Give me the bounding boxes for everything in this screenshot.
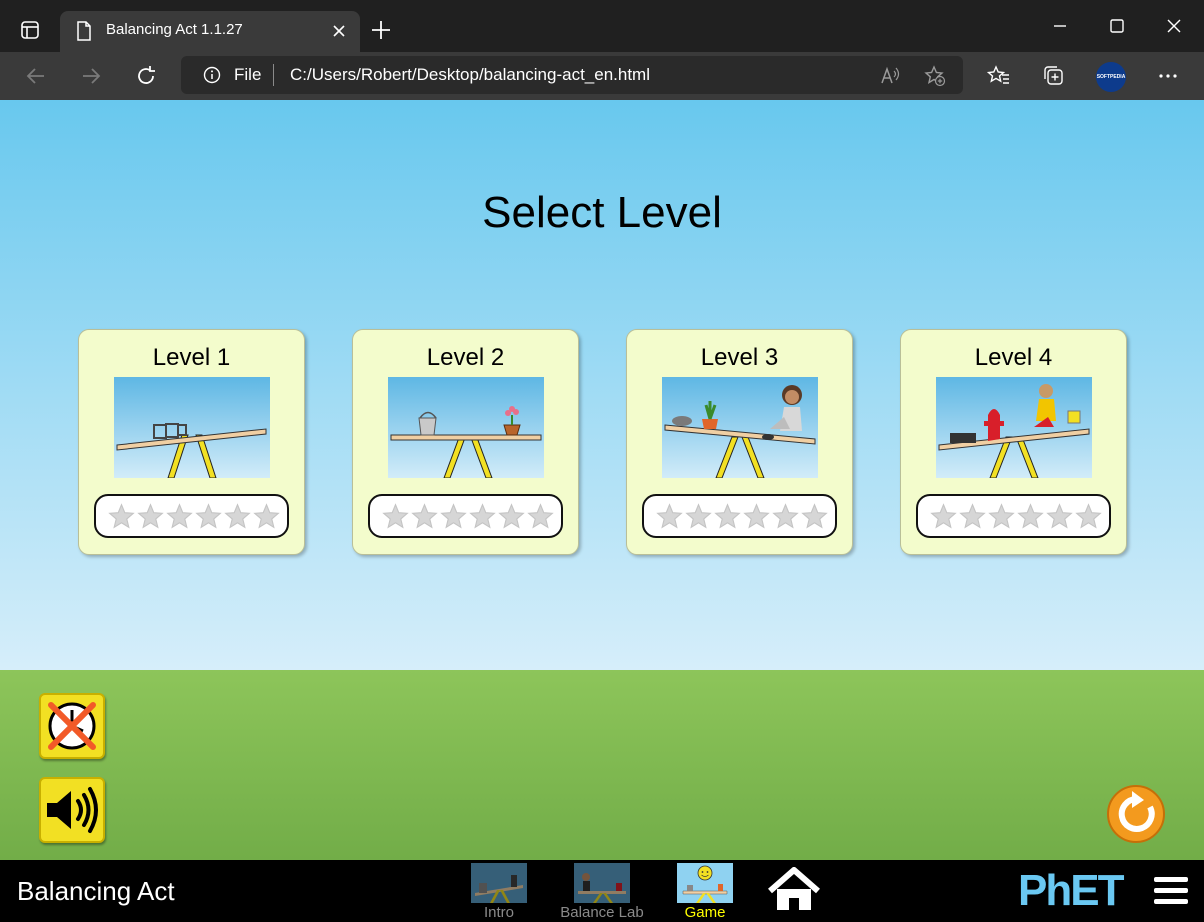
level-3-thumbnail — [662, 377, 818, 478]
url-text[interactable]: C:/Users/Robert/Desktop/balancing-act_en… — [290, 65, 650, 85]
navigation-bar: Balancing Act Intro Balance Lab Game PhE… — [0, 860, 1204, 922]
speaker-icon — [47, 787, 98, 833]
more-options-icon[interactable] — [1156, 64, 1180, 88]
browser-toolbar: File C:/Users/Robert/Desktop/balancing-a… — [0, 52, 1204, 100]
level-4-card[interactable]: Level 4 — [900, 329, 1127, 555]
screen-label: Intro — [483, 904, 514, 921]
star-rating — [368, 494, 563, 538]
screen-button-game[interactable]: Game — [675, 863, 735, 921]
read-aloud-icon[interactable] — [879, 65, 901, 87]
screen-label: Game — [684, 904, 726, 921]
star-icon — [166, 503, 193, 529]
star-icon — [656, 503, 683, 529]
refresh-icon[interactable] — [134, 64, 158, 88]
level-label: Level 2 — [426, 344, 505, 371]
close-window-icon[interactable] — [1154, 12, 1194, 40]
title-bar: Balancing Act 1.1.27 — [0, 0, 1204, 52]
star-icon — [1017, 503, 1044, 529]
page-title: Select Level — [482, 188, 722, 237]
star-icon — [959, 503, 986, 529]
level-1-thumbnail — [114, 377, 270, 478]
simulation-area: Select Level Level 1 Level 2 Level 3 Lev… — [0, 100, 1204, 922]
star-icon — [772, 503, 799, 529]
menu-icon[interactable] — [1152, 874, 1190, 908]
balance-lab-screen-icon — [574, 863, 630, 903]
level-4-thumbnail — [936, 377, 1092, 478]
level-3-card[interactable]: Level 3 — [626, 329, 853, 555]
star-icon — [714, 503, 741, 529]
profile-avatar[interactable]: SOFTPEDIA — [1096, 62, 1126, 92]
level-label: Level 1 — [152, 344, 231, 371]
star-icon — [527, 503, 554, 529]
star-icon — [930, 503, 957, 529]
address-bar[interactable]: File C:/Users/Robert/Desktop/balancing-a… — [181, 56, 963, 94]
info-icon[interactable] — [203, 66, 221, 84]
star-icon — [137, 503, 164, 529]
star-icon — [108, 503, 135, 529]
star-icon — [382, 503, 409, 529]
star-icon — [469, 503, 496, 529]
forward-icon[interactable] — [79, 64, 103, 88]
sound-toggle-button[interactable] — [39, 777, 105, 843]
favorites-icon[interactable] — [987, 64, 1011, 88]
collections-icon[interactable] — [1042, 64, 1066, 88]
url-separator — [273, 64, 274, 86]
star-icon — [253, 503, 280, 529]
star-icon — [988, 503, 1015, 529]
tab-title: Balancing Act 1.1.27 — [106, 21, 243, 38]
new-tab-icon[interactable] — [370, 19, 392, 41]
star-icon — [411, 503, 438, 529]
star-icon — [498, 503, 525, 529]
browser-tab[interactable]: Balancing Act 1.1.27 — [60, 11, 360, 52]
close-tab-icon[interactable] — [330, 22, 348, 40]
maximize-icon[interactable] — [1097, 12, 1137, 40]
timer-toggle-button[interactable] — [39, 693, 105, 759]
phet-logo-text: PhET — [1018, 866, 1124, 915]
star-icon — [195, 503, 222, 529]
star-icon — [801, 503, 828, 529]
timer-off-icon — [48, 702, 96, 750]
home-icon[interactable] — [766, 867, 822, 913]
minimize-icon[interactable] — [1040, 12, 1080, 40]
star-icon — [1046, 503, 1073, 529]
phet-logo[interactable]: PhET — [1018, 866, 1138, 918]
star-icon — [743, 503, 770, 529]
tab-actions-icon[interactable] — [20, 20, 40, 40]
intro-screen-icon — [471, 863, 527, 903]
star-rating — [642, 494, 837, 538]
screen-button-intro[interactable]: Intro — [469, 863, 529, 921]
star-icon — [224, 503, 251, 529]
back-icon[interactable] — [24, 64, 48, 88]
star-icon — [440, 503, 467, 529]
reset-all-button[interactable] — [1106, 784, 1166, 844]
file-icon — [77, 21, 91, 41]
add-favorite-icon[interactable] — [924, 65, 946, 87]
screen-button-balance-lab[interactable]: Balance Lab — [560, 863, 644, 921]
star-icon — [685, 503, 712, 529]
level-label: Level 4 — [974, 344, 1053, 371]
app-title: Balancing Act — [17, 876, 175, 906]
level-2-thumbnail — [388, 377, 544, 478]
screen-label: Balance Lab — [560, 904, 644, 921]
browser-window: Balancing Act 1.1.27 File C:/Users/Rober… — [0, 0, 1204, 922]
star-icon — [1075, 503, 1102, 529]
level-2-card[interactable]: Level 2 — [352, 329, 579, 555]
game-screen-icon — [677, 863, 733, 903]
star-rating — [916, 494, 1111, 538]
level-1-card[interactable]: Level 1 — [78, 329, 305, 555]
level-label: Level 3 — [700, 344, 779, 371]
star-rating — [94, 494, 289, 538]
grass-background — [0, 670, 1204, 860]
url-scheme: File — [234, 65, 262, 84]
